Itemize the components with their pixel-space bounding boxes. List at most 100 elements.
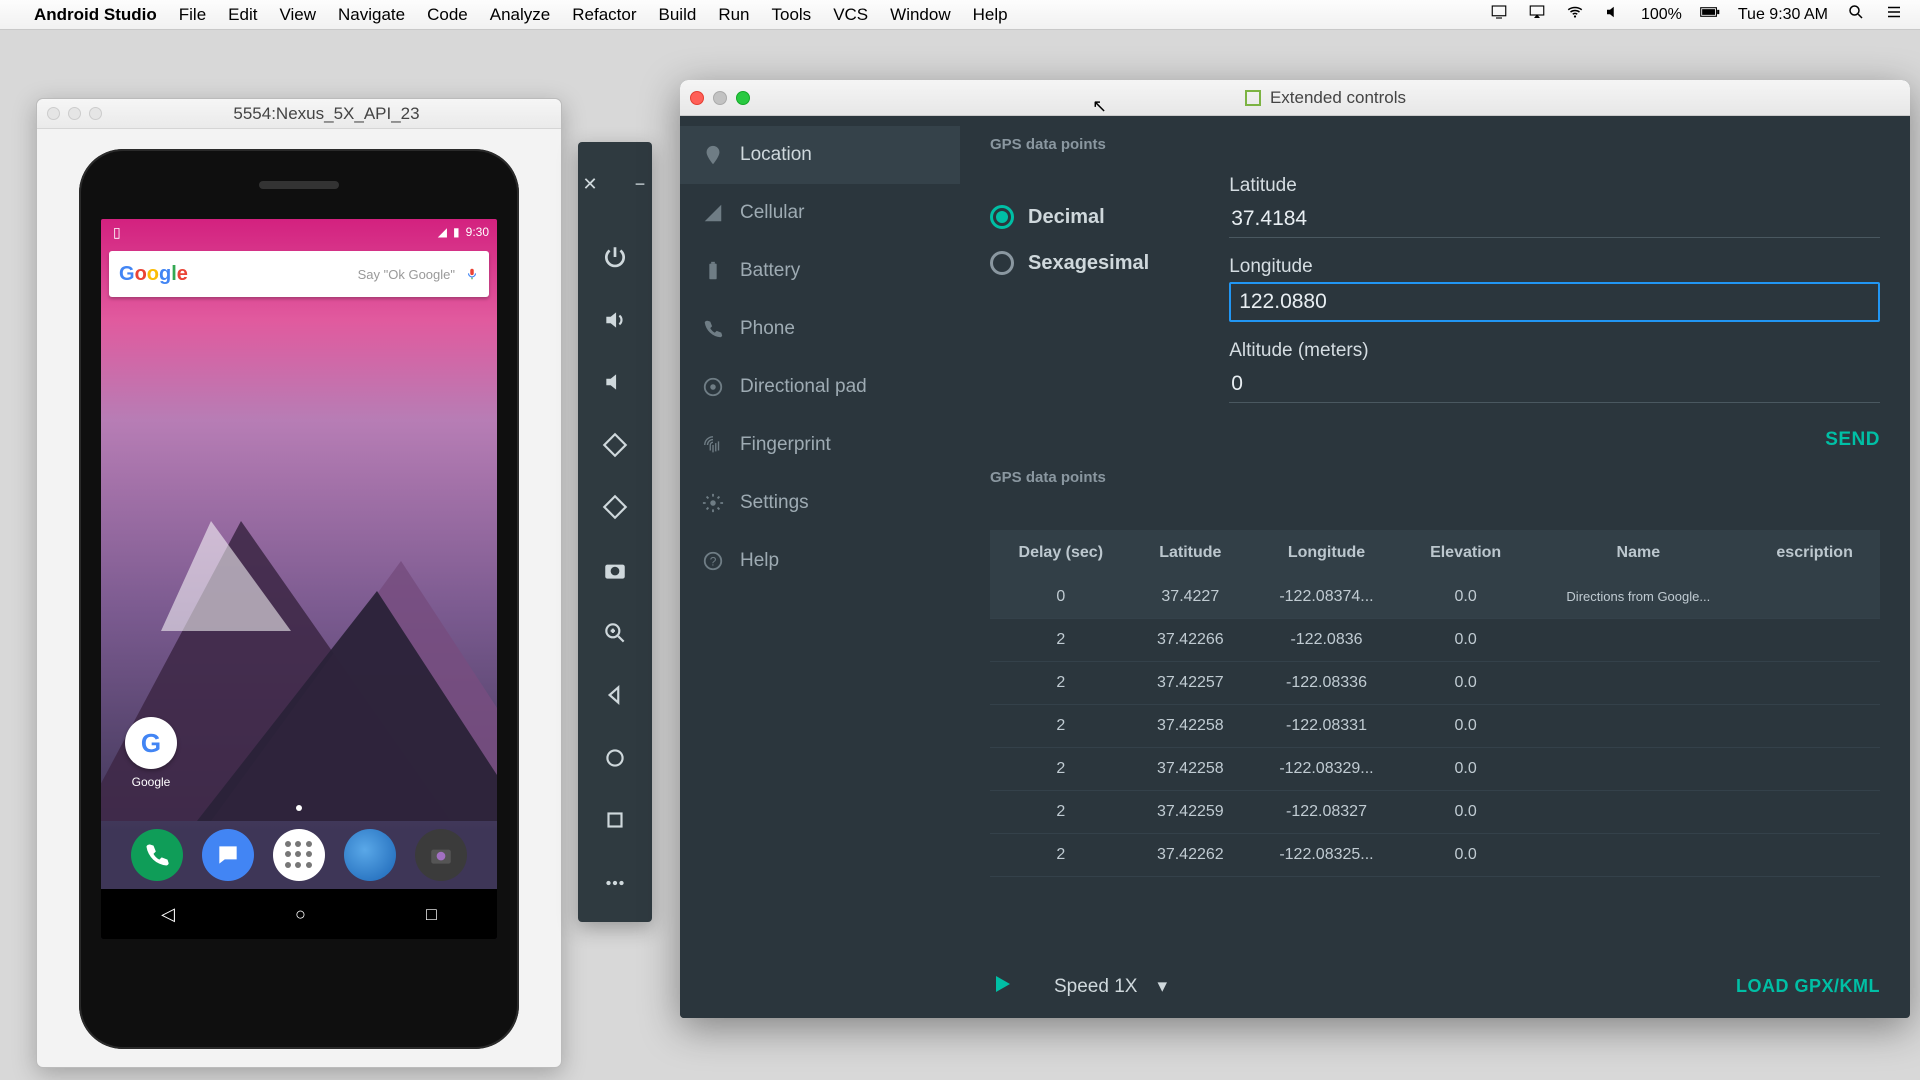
zoom-icon[interactable]	[595, 615, 635, 650]
table-cell: 2	[990, 791, 1132, 834]
ext-titlebar[interactable]: Extended controls	[680, 80, 1910, 116]
rotate-right-icon[interactable]	[595, 490, 635, 525]
menu-code[interactable]: Code	[427, 5, 468, 25]
table-cell: 37.4227	[1132, 576, 1250, 619]
mic-icon[interactable]	[465, 265, 479, 283]
latitude-field[interactable]: 37.4184	[1229, 201, 1880, 238]
longitude-field[interactable]: 122.0880	[1229, 282, 1880, 322]
traffic-min-icon[interactable]	[68, 107, 81, 120]
menu-tools[interactable]: Tools	[772, 5, 812, 25]
power-icon[interactable]	[595, 240, 635, 275]
play-button[interactable]	[990, 971, 1014, 1002]
menubar-clock[interactable]: Tue 9:30 AM	[1738, 6, 1828, 24]
device-screen[interactable]: ▯ ◢ ▮ 9:30 Google Say "Ok Google" G Goog…	[101, 219, 497, 939]
nav-back-icon[interactable]: ◁	[161, 904, 175, 925]
sidebar-item-battery[interactable]: Battery	[680, 242, 960, 300]
table-cell	[1749, 748, 1880, 791]
sidebar-item-cellular[interactable]: Cellular	[680, 184, 960, 242]
table-row[interactable]: 237.42259-122.083270.0	[990, 791, 1880, 834]
menu-build[interactable]: Build	[659, 5, 697, 25]
screenshare-icon[interactable]	[1489, 3, 1509, 26]
table-cell: -122.08327	[1249, 791, 1404, 834]
messenger-app-icon[interactable]	[202, 829, 254, 881]
sidebar-item-label: Help	[740, 550, 779, 572]
notification-center-icon[interactable]	[1884, 3, 1904, 26]
menu-window[interactable]: Window	[890, 5, 950, 25]
home-icon[interactable]	[595, 740, 635, 775]
table-row[interactable]: 237.42258-122.083310.0	[990, 705, 1880, 748]
table-header[interactable]: Latitude	[1132, 530, 1250, 576]
emulator-titlebar[interactable]: 5554:Nexus_5X_API_23	[37, 99, 561, 129]
load-gpx-button[interactable]: LOAD GPX/KML	[1736, 976, 1880, 997]
table-cell: -122.0836	[1249, 619, 1404, 662]
google-search-bar[interactable]: Google Say "Ok Google"	[109, 251, 489, 297]
menu-file[interactable]: File	[179, 5, 206, 25]
sidebar-item-fingerprint[interactable]: Fingerprint	[680, 416, 960, 474]
sidebar-item-phone[interactable]: Phone	[680, 300, 960, 358]
menu-vcs[interactable]: VCS	[833, 5, 868, 25]
volume-icon[interactable]	[1603, 3, 1623, 26]
android-status-bar[interactable]: ▯ ◢ ▮ 9:30	[101, 219, 497, 245]
table-row[interactable]: 237.42258-122.08329...0.0	[990, 748, 1880, 791]
menu-run[interactable]: Run	[718, 5, 749, 25]
table-header[interactable]: Name	[1527, 530, 1749, 576]
speed-select[interactable]: Speed 1X▾	[1054, 975, 1167, 998]
table-cell: 37.42257	[1132, 662, 1250, 705]
altitude-field[interactable]: 0	[1229, 366, 1880, 403]
toolbar-close-icon[interactable]: ✕	[570, 164, 610, 204]
table-header[interactable]: Delay (sec)	[990, 530, 1132, 576]
traffic-zoom-icon[interactable]	[89, 107, 102, 120]
table-header[interactable]: Elevation	[1404, 530, 1527, 576]
table-cell	[1527, 619, 1749, 662]
radio-decimal[interactable]: Decimal	[990, 205, 1149, 229]
camera-icon[interactable]	[595, 553, 635, 588]
send-button[interactable]: SEND	[1825, 429, 1880, 450]
table-row[interactable]: 237.42266-122.08360.0	[990, 619, 1880, 662]
signal-icon: ◢	[438, 225, 447, 239]
volume-up-icon[interactable]	[595, 303, 635, 338]
sidebar-item-label: Fingerprint	[740, 434, 831, 456]
traffic-close-icon[interactable]	[47, 107, 60, 120]
table-cell: 37.42259	[1132, 791, 1250, 834]
all-apps-icon[interactable]	[273, 829, 325, 881]
menu-help[interactable]: Help	[973, 5, 1008, 25]
airplay-icon[interactable]	[1527, 3, 1547, 26]
menu-navigate[interactable]: Navigate	[338, 5, 405, 25]
sidebar-item-settings[interactable]: Settings	[680, 474, 960, 532]
spotlight-icon[interactable]	[1846, 3, 1866, 26]
wifi-icon[interactable]	[1565, 3, 1585, 26]
sidebar-item-help[interactable]: ?Help	[680, 532, 960, 590]
back-icon[interactable]	[595, 678, 635, 713]
menu-view[interactable]: View	[279, 5, 316, 25]
page-indicator	[296, 805, 302, 811]
ext-zoom-icon[interactable]	[736, 91, 750, 105]
emulator-window: 5554:Nexus_5X_API_23 ▯ ◢ ▮ 9:30 Google S…	[36, 98, 562, 1068]
app-name[interactable]: Android Studio	[34, 5, 157, 25]
overview-icon[interactable]	[595, 803, 635, 838]
menu-edit[interactable]: Edit	[228, 5, 257, 25]
volume-down-icon[interactable]	[595, 365, 635, 400]
sidebar-item-location[interactable]: Location	[680, 126, 960, 184]
google-folder[interactable]: G Google	[125, 717, 177, 789]
radio-sexagesimal[interactable]: Sexagesimal	[990, 251, 1149, 275]
menu-refactor[interactable]: Refactor	[572, 5, 636, 25]
ext-min-icon[interactable]	[713, 91, 727, 105]
android-battery-icon: ▮	[453, 225, 460, 239]
table-row[interactable]: 037.4227-122.08374...0.0Directions from …	[990, 576, 1880, 619]
browser-app-icon[interactable]	[344, 829, 396, 881]
table-cell: 0.0	[1404, 662, 1527, 705]
table-header[interactable]: Longitude	[1249, 530, 1404, 576]
nav-home-icon[interactable]: ○	[295, 904, 306, 925]
ext-close-icon[interactable]	[690, 91, 704, 105]
table-row[interactable]: 237.42262-122.08325...0.0	[990, 834, 1880, 877]
phone-app-icon[interactable]	[131, 829, 183, 881]
sidebar-item-dpad[interactable]: Directional pad	[680, 358, 960, 416]
more-icon[interactable]	[595, 865, 635, 900]
menu-analyze[interactable]: Analyze	[490, 5, 550, 25]
toolbar-minimize-icon[interactable]: −	[620, 164, 660, 204]
camera-app-icon[interactable]	[415, 829, 467, 881]
rotate-left-icon[interactable]	[595, 428, 635, 463]
table-header[interactable]: escription	[1749, 530, 1880, 576]
table-row[interactable]: 237.42257-122.083360.0	[990, 662, 1880, 705]
nav-recents-icon[interactable]: □	[426, 904, 437, 925]
